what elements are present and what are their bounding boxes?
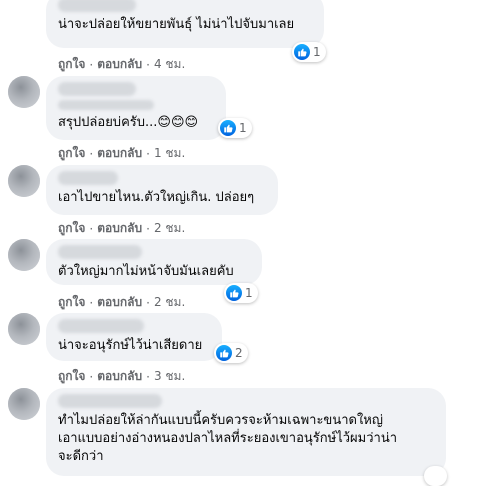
- comment-text: ตัวใหญ่มากไม่หน้าจับมันเลยคับ: [58, 264, 234, 279]
- author-name-blurred[interactable]: [58, 319, 144, 333]
- reply-button[interactable]: ตอบกลับ: [97, 55, 142, 74]
- comment-actions: ถูกใจ · ตอบกลับ · 4 ชม.: [58, 55, 185, 74]
- separator: ·: [146, 57, 150, 72]
- author-name-blurred[interactable]: [58, 171, 118, 185]
- separator: ·: [89, 295, 94, 310]
- reaction-count[interactable]: 1: [224, 283, 258, 303]
- reaction-number: 1: [313, 45, 321, 59]
- separator: ·: [89, 57, 94, 72]
- comment-bubble: น่าจะอนุรักษ์ไว้น่าเสียดาย: [46, 313, 222, 361]
- reaction-count[interactable]: 2: [214, 343, 248, 363]
- like-reaction-icon: [220, 120, 236, 136]
- reaction-count[interactable]: [424, 466, 447, 486]
- like-reaction-icon: [216, 345, 232, 361]
- like-reaction-icon: [294, 44, 310, 60]
- reply-button[interactable]: ตอบกลับ: [97, 367, 142, 386]
- comment-text: น่าจะปล่อยให้ขยายพันธุ์ ไม่น่าไปจับมาเลย: [58, 17, 295, 32]
- reaction-count[interactable]: 1: [292, 42, 326, 62]
- reaction-count[interactable]: 1: [218, 118, 252, 138]
- like-button[interactable]: ถูกใจ: [58, 144, 85, 163]
- comment-text: เอาไปขายไหน.ตัวใหญ่เกิน. ปล่อยๆ: [58, 190, 255, 205]
- timestamp[interactable]: 2 ชม.: [154, 219, 185, 238]
- avatar[interactable]: [8, 76, 40, 108]
- author-name-blurred[interactable]: [58, 0, 136, 12]
- timestamp[interactable]: 2 ชม.: [154, 293, 185, 312]
- comment-bubble: ทำไมปล่อยให้ล่ากันแบบนี้ครับควรจะห้ามเฉพ…: [46, 388, 446, 476]
- avatar[interactable]: [8, 388, 40, 420]
- comment-text: น่าจะอนุรักษ์ไว้น่าเสียดาย: [58, 338, 203, 353]
- separator: ·: [146, 369, 150, 384]
- reaction-number: 2: [235, 346, 243, 360]
- avatar[interactable]: [8, 239, 40, 271]
- avatar[interactable]: [8, 165, 40, 197]
- comment-bubble: เอาไปขายไหน.ตัวใหญ่เกิน. ปล่อยๆ: [46, 165, 278, 215]
- reply-button[interactable]: ตอบกลับ: [97, 144, 142, 163]
- like-button[interactable]: ถูกใจ: [58, 293, 85, 312]
- comment-actions: ถูกใจ · ตอบกลับ · 3 ชม.: [58, 367, 185, 386]
- separator: ·: [89, 369, 94, 384]
- avatar[interactable]: [8, 313, 40, 345]
- timestamp[interactable]: 4 ชม.: [154, 55, 185, 74]
- comment-actions: ถูกใจ · ตอบกลับ · 2 ชม.: [58, 293, 185, 312]
- reaction-number: 1: [245, 286, 253, 300]
- timestamp[interactable]: 3 ชม.: [154, 367, 185, 386]
- comment-text: สรุปปล่อยบ่ครับ...😊😊😊: [58, 115, 199, 130]
- author-name-blurred[interactable]: [58, 394, 162, 408]
- separator: ·: [146, 221, 150, 236]
- separator: ·: [89, 146, 94, 161]
- separator: ·: [89, 221, 94, 236]
- separator: ·: [146, 146, 150, 161]
- comment-bubble: ตัวใหญ่มากไม่หน้าจับมันเลยคับ: [46, 239, 262, 285]
- like-button[interactable]: ถูกใจ: [58, 219, 85, 238]
- comment-bubble: สรุปปล่อยบ่ครับ...😊😊😊: [46, 76, 226, 140]
- comment-text: ทำไมปล่อยให้ล่ากันแบบนี้ครับควรจะห้ามเฉพ…: [58, 413, 398, 464]
- like-button[interactable]: ถูกใจ: [58, 367, 85, 386]
- comment-bubble: น่าจะปล่อยให้ขยายพันธุ์ ไม่น่าไปจับมาเลย: [46, 0, 324, 48]
- comment-actions: ถูกใจ · ตอบกลับ · 2 ชม.: [58, 219, 185, 238]
- like-reaction-icon: [226, 285, 242, 301]
- like-button[interactable]: ถูกใจ: [58, 55, 85, 74]
- separator: ·: [146, 295, 150, 310]
- comment-actions: ถูกใจ · ตอบกลับ · 1 ชม.: [58, 144, 185, 163]
- reaction-number: 1: [239, 121, 247, 135]
- timestamp[interactable]: 1 ชม.: [154, 144, 185, 163]
- author-subtitle-blurred: [58, 100, 154, 110]
- author-name-blurred[interactable]: [58, 245, 142, 259]
- reply-button[interactable]: ตอบกลับ: [97, 219, 142, 238]
- reply-button[interactable]: ตอบกลับ: [97, 293, 142, 312]
- author-name-blurred[interactable]: [58, 82, 136, 96]
